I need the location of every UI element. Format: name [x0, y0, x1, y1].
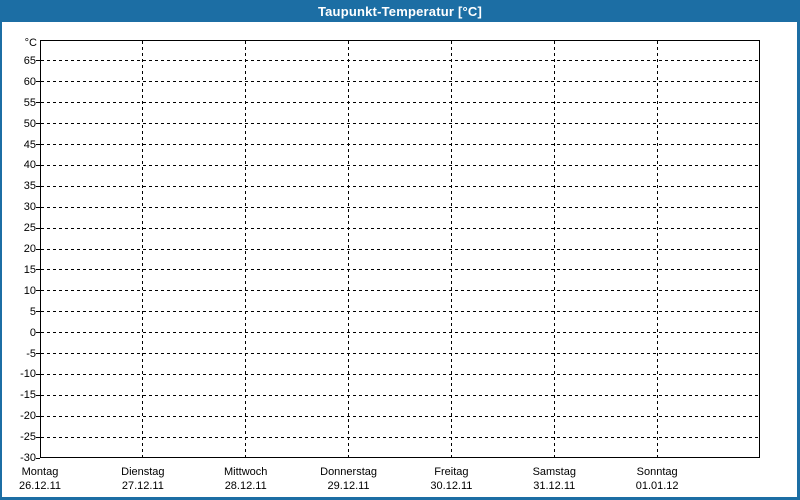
- horizontal-gridline: [41, 311, 759, 313]
- x-axis-day-label: Donnerstag: [320, 466, 377, 478]
- y-axis-tick-label: -5: [26, 347, 36, 360]
- y-axis-tick-label: 50: [23, 117, 36, 130]
- y-axis-tick-mark: [36, 332, 40, 334]
- chart-layer: 65 60 55 50 45 40 35 30 25 20 15 10 5 0 -5 -10 -15 -20 -25…: [0, 0, 800, 500]
- y-axis-tick-label: -25: [20, 431, 36, 444]
- y-axis-tick-mark: [36, 436, 40, 438]
- horizontal-gridline: [41, 415, 759, 417]
- y-axis-tick-label: 45: [23, 138, 36, 151]
- horizontal-gridline: [41, 185, 759, 187]
- y-axis-tick-mark: [36, 353, 40, 354]
- y-axis-tick-mark: [36, 457, 40, 459]
- x-axis-day-label: Dienstag: [121, 466, 165, 478]
- window-frame-left: [0, 0, 2, 500]
- x-axis-date-label: 31.12.11: [533, 480, 576, 492]
- x-axis-date-label: 01.01.12: [635, 480, 679, 492]
- horizontal-gridline: [41, 60, 759, 62]
- horizontal-gridline: [41, 353, 759, 354]
- x-axis-date-label: 26.12.11: [18, 480, 61, 492]
- y-axis-tick-mark: [36, 81, 40, 83]
- horizontal-gridline: [41, 144, 759, 145]
- y-axis-tick-label: -20: [20, 410, 36, 423]
- y-axis-tick-mark: [36, 227, 40, 229]
- x-axis-day-label: Sonntag: [636, 466, 678, 478]
- x-axis-date-label: 30.12.11: [430, 480, 473, 492]
- y-axis-tick-label: 5: [29, 305, 36, 318]
- x-axis-day-label: Montag: [21, 466, 59, 478]
- y-axis-tick-mark: [36, 60, 40, 62]
- y-axis-tick-mark: [36, 394, 40, 396]
- horizontal-gridline: [41, 290, 759, 292]
- y-axis-tick-label: 25: [23, 222, 36, 235]
- horizontal-gridline: [41, 81, 759, 83]
- y-axis-tick-mark: [36, 144, 40, 145]
- horizontal-gridline: [41, 394, 759, 396]
- horizontal-gridline: [41, 269, 759, 271]
- y-axis-tick-label: 30: [23, 201, 36, 214]
- vertical-gridline: [245, 41, 247, 457]
- y-axis-tick-label: 15: [23, 263, 36, 276]
- x-axis-day-label: Mittwoch: [224, 466, 268, 478]
- y-axis-tick-label: -30: [20, 452, 36, 464]
- y-axis-tick-label: 0: [29, 326, 36, 339]
- y-axis-tick-label: 55: [23, 96, 36, 109]
- y-axis-tick-mark: [36, 290, 40, 292]
- x-axis-date-label: 29.12.11: [327, 480, 370, 492]
- y-axis-tick-label: 10: [23, 284, 36, 297]
- y-axis-tick-label: 20: [23, 243, 36, 255]
- y-axis-tick-mark: [36, 269, 40, 271]
- y-axis-tick-mark: [36, 415, 40, 417]
- vertical-gridline: [656, 41, 658, 457]
- y-axis-tick-label: -15: [20, 389, 36, 402]
- y-axis-tick-mark: [36, 373, 40, 375]
- y-axis-tick-mark: [36, 206, 40, 208]
- horizontal-gridline: [41, 102, 759, 104]
- horizontal-gridline: [41, 227, 759, 229]
- vertical-gridline: [348, 41, 350, 457]
- y-axis-tick-label: -10: [20, 368, 36, 381]
- x-axis-day-label: Freitag: [434, 466, 469, 478]
- vertical-gridline: [553, 41, 555, 457]
- horizontal-gridline: [41, 206, 759, 208]
- app-window: Taupunkt-Temperatur [°C] °C 65 60 55 50 45 40…: [0, 0, 800, 500]
- horizontal-gridline: [41, 373, 759, 375]
- x-axis-date-label: 27.12.11: [121, 480, 164, 492]
- y-axis-tick-mark: [36, 123, 40, 125]
- y-axis-tick-label: 40: [23, 159, 36, 172]
- y-axis-tick-mark: [36, 164, 40, 166]
- x-axis-date-label: 28.12.11: [224, 480, 267, 492]
- x-axis-day-label: Samstag: [532, 466, 576, 478]
- y-axis-tick-mark: [36, 185, 40, 187]
- y-axis-tick-label: 65: [23, 54, 36, 67]
- y-axis-tick-mark: [36, 102, 40, 104]
- y-axis-tick-label: 60: [23, 75, 36, 88]
- horizontal-gridline: [41, 248, 759, 250]
- vertical-gridline: [142, 41, 144, 457]
- horizontal-gridline: [41, 164, 759, 166]
- horizontal-gridline: [41, 123, 759, 125]
- y-axis-tick-label: 35: [23, 180, 36, 193]
- horizontal-gridline: [41, 436, 759, 438]
- horizontal-gridline: [41, 332, 759, 334]
- y-axis-tick-mark: [36, 248, 40, 250]
- vertical-gridline: [450, 41, 452, 457]
- y-axis-tick-mark: [36, 311, 40, 313]
